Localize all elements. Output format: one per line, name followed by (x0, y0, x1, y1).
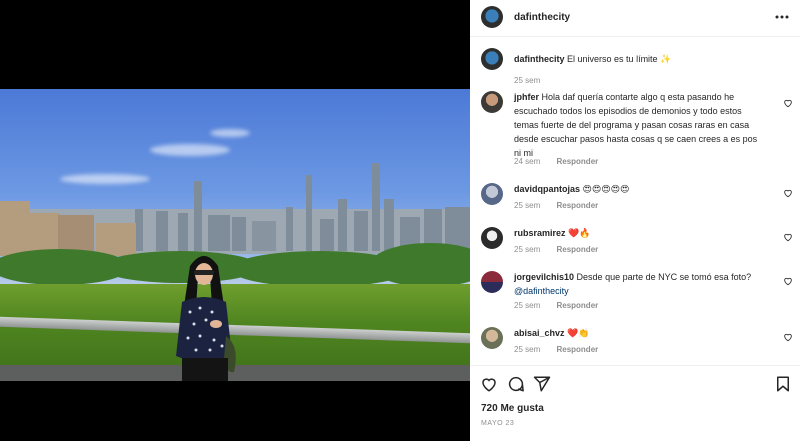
comment-mention[interactable]: @dafinthecity (514, 286, 569, 296)
post-actions: 720 Me gusta MAYO 23 (470, 365, 800, 441)
comment-text: jphfer Hola daf quería contarte algo q e… (514, 90, 759, 160)
commenter-avatar[interactable] (481, 327, 503, 349)
comment-meta: 25 sem Responder (514, 201, 612, 210)
post-panel: dafinthecity dafinthecity El universo es… (470, 0, 800, 441)
caption-username[interactable]: dafinthecity (514, 54, 565, 64)
reply-button[interactable]: Responder (556, 245, 598, 254)
post-header: dafinthecity (470, 0, 800, 37)
post-date: MAYO 23 (481, 420, 515, 427)
comment-body: ❤️👏 (567, 328, 590, 338)
commenter-avatar[interactable] (481, 91, 503, 113)
comment-text: rubsramirez ❤️🔥 (514, 226, 759, 240)
reply-button[interactable]: Responder (556, 345, 598, 354)
heart-icon[interactable] (783, 332, 793, 342)
post-photo[interactable] (0, 89, 470, 381)
comment-meta: 25 sem Responder (514, 301, 612, 310)
comment-icon[interactable] (507, 375, 525, 393)
comment-time: 25 sem (514, 245, 541, 254)
woman-figure (176, 256, 236, 381)
author-username[interactable]: dafinthecity (514, 12, 570, 23)
heart-icon[interactable] (783, 188, 793, 198)
share-icon[interactable] (533, 375, 551, 393)
more-icon[interactable] (774, 9, 790, 25)
comment-meta: 25 sem Responder (514, 345, 612, 354)
commenter-avatar[interactable] (481, 227, 503, 249)
caption-text: dafinthecity El universo es tu límite ✨ (514, 52, 759, 66)
comments-list: dafinthecity El universo es tu límite ✨ … (470, 37, 800, 365)
commenter-avatar[interactable] (481, 183, 503, 205)
comment-time: 24 sem (514, 157, 541, 166)
reply-button[interactable]: Responder (556, 157, 598, 166)
comment-username[interactable]: jphfer (514, 92, 539, 102)
bookmark-icon[interactable] (774, 375, 792, 393)
comment-username[interactable]: abisai_chvz (514, 328, 565, 338)
comment-body: ❤️🔥 (568, 228, 591, 238)
comment-username[interactable]: rubsramirez (514, 228, 566, 238)
comment-text: jorgevilchis10 Desde que parte de NYC se… (514, 270, 759, 298)
heart-icon[interactable] (480, 375, 498, 393)
like-count[interactable]: 720 Me gusta (481, 403, 544, 414)
comment-text: davidqpantojas 😍😍😍😍😍 (514, 182, 759, 196)
heart-icon[interactable] (783, 276, 793, 286)
heart-icon[interactable] (783, 98, 793, 108)
comment-time: 25 sem (514, 345, 541, 354)
reply-button[interactable]: Responder (556, 201, 598, 210)
author-avatar[interactable] (481, 48, 503, 70)
comment-username[interactable]: jorgevilchis10 (514, 272, 574, 282)
heart-icon[interactable] (783, 232, 793, 242)
commenter-avatar[interactable] (481, 271, 503, 293)
comment-meta: 24 sem Responder (514, 157, 612, 166)
author-avatar[interactable] (481, 6, 503, 28)
reply-button[interactable]: Responder (556, 301, 598, 310)
comment-body: Hola daf quería contarte algo q esta pas… (514, 92, 758, 158)
comment-body: 😍😍😍😍😍 (582, 184, 630, 194)
comment-time: 25 sem (514, 76, 541, 85)
comment-time: 25 sem (514, 201, 541, 210)
comment-body: Desde que parte de NYC se tomó esa foto? (576, 272, 752, 282)
comment-text: abisai_chvz ❤️👏 (514, 326, 759, 340)
comment-meta: 25 sem Responder (514, 245, 612, 254)
caption-body: El universo es tu límite ✨ (567, 54, 672, 64)
comment-meta: 25 sem (514, 76, 554, 85)
instagram-post-view: dafinthecity dafinthecity El universo es… (0, 0, 800, 441)
comment-time: 25 sem (514, 301, 541, 310)
comment-username[interactable]: davidqpantojas (514, 184, 580, 194)
post-media[interactable] (0, 0, 470, 441)
